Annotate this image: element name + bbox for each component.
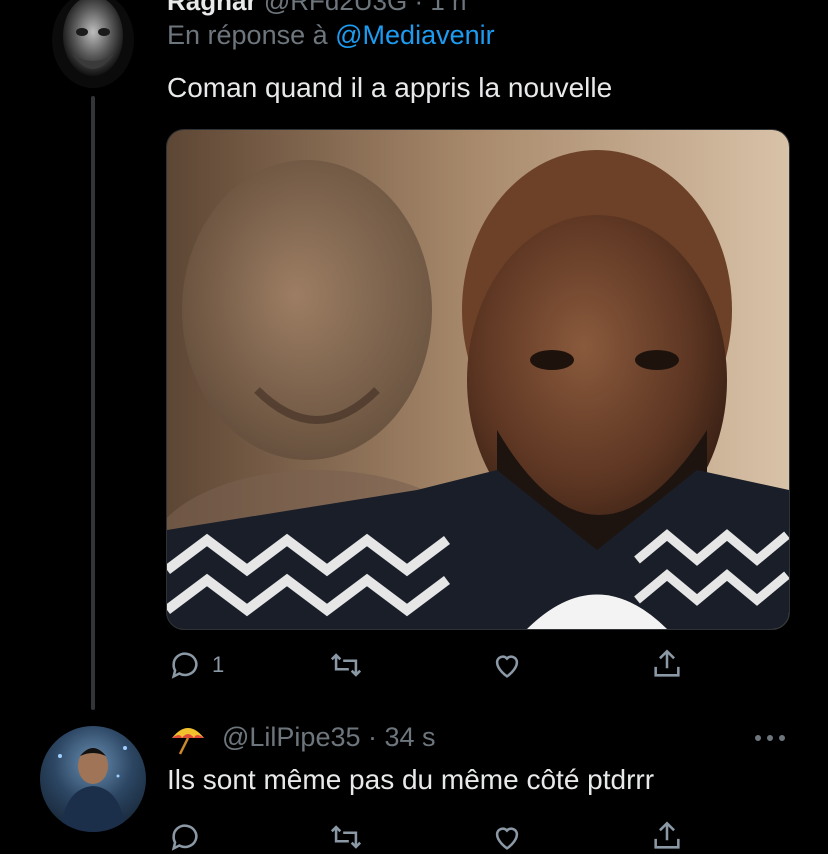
reply-time[interactable]: · 34 s xyxy=(368,722,436,752)
author-name-line[interactable]: Ragnar @RFd2U3G · 1 h xyxy=(167,0,467,17)
reply-icon xyxy=(171,824,198,851)
reply-count: 1 xyxy=(212,652,225,677)
thread-connector-line xyxy=(91,96,95,710)
retweet-icon xyxy=(330,653,362,677)
like-icon xyxy=(495,655,519,678)
reply-author-handle[interactable]: @LilPipe35 xyxy=(222,722,361,752)
share-icon xyxy=(654,649,680,677)
author-handle[interactable]: @RFd2U3G · 1 h xyxy=(264,0,467,16)
meme-photo xyxy=(167,130,789,629)
reply-icon xyxy=(171,652,198,679)
share-button[interactable] xyxy=(650,646,684,682)
like-button[interactable] xyxy=(490,648,524,682)
author-avatar[interactable] xyxy=(52,0,134,88)
reply-button-2[interactable] xyxy=(168,820,202,854)
umbrella-emoji-icon xyxy=(172,728,204,755)
reply-context: En réponse à @Mediavenir xyxy=(167,20,495,51)
avatar-image xyxy=(52,0,134,88)
avatar-image xyxy=(58,746,127,832)
retweet-icon xyxy=(330,825,362,849)
more-icon[interactable] xyxy=(752,728,788,748)
reply-prefix: En réponse à xyxy=(167,20,328,50)
reply-author-avatar[interactable] xyxy=(40,726,146,832)
reply-tweet-text: Ils sont même pas du même côté ptdrrr xyxy=(167,764,655,795)
tweet-text: Coman quand il a appris la nouvelle xyxy=(167,72,613,103)
reply-author-line[interactable]: @LilPipe35 · 34 s xyxy=(222,722,436,753)
tweet-media-image[interactable] xyxy=(166,129,790,630)
reply-mention-link[interactable]: @Mediavenir xyxy=(335,20,494,50)
like-icon xyxy=(495,827,519,850)
author-name[interactable]: Ragnar xyxy=(167,0,257,16)
retweet-button-2[interactable] xyxy=(328,820,364,854)
retweet-button[interactable] xyxy=(328,648,364,682)
reply-button[interactable]: 1 xyxy=(168,648,224,682)
share-icon xyxy=(654,821,680,849)
like-button-2[interactable] xyxy=(490,820,524,854)
share-button-2[interactable] xyxy=(650,818,684,854)
